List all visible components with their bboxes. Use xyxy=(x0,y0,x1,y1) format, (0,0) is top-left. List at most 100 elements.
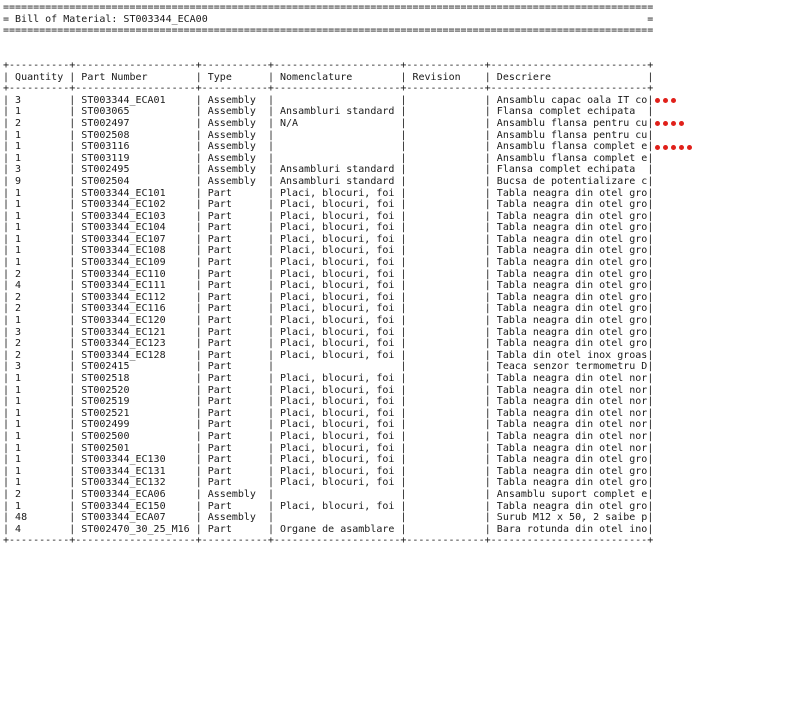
cell-part-number: ST003344_EC102 xyxy=(75,199,196,211)
truncation-dot xyxy=(671,144,677,150)
cell-part-number: ST002497 xyxy=(75,117,196,129)
cell-descriere: Tabla neagra din otel nor xyxy=(490,373,648,384)
banner-rule-top: ========================================… xyxy=(3,2,654,13)
table-row: | 1 | ST003344_EC131 | Part | Placi, blo… xyxy=(3,465,654,477)
cell-part-number: ST003344_EC112 xyxy=(75,291,196,303)
cell-nomenclature: Placi, blocuri, foi xyxy=(274,384,401,396)
cell-part-number: ST003344_EC116 xyxy=(75,303,196,315)
table-row: | 2 | ST003344_EC116 | Part | Placi, blo… xyxy=(3,303,654,315)
cell-nomenclature: Ansambluri standard xyxy=(274,164,401,176)
cell-type: Assembly xyxy=(201,152,268,164)
truncation-ellipsis-icon xyxy=(655,142,695,152)
bom-title-line: = Bill of Material: ST003344_ECA00 = xyxy=(3,13,654,25)
column-header-quantity: Quantity xyxy=(9,71,70,83)
banner-rule-bottom: ========================================… xyxy=(3,25,654,37)
truncation-dot xyxy=(671,98,677,104)
cell-part-number: ST003344_EC123 xyxy=(75,338,196,350)
cell-part-number: ST003344_EC101 xyxy=(75,187,196,199)
table-row: | 1 | ST002521 | Part | Placi, blocuri, … xyxy=(3,407,654,419)
table-row: | 2 | ST003344_EC123 | Part | Placi, blo… xyxy=(3,338,654,350)
cell-type: Part xyxy=(201,465,268,477)
cell-revision xyxy=(406,188,484,199)
cell-type: Assembly xyxy=(201,117,268,129)
cell-type: Part xyxy=(201,396,268,408)
table-row: | 1 | ST002518 | Part | Placi, blocuri, … xyxy=(3,373,654,384)
cell-descriere: Tabla neagra din otel nor xyxy=(490,396,648,408)
cell-part-number: ST003344_EC104 xyxy=(75,222,196,234)
cell-revision xyxy=(406,501,484,512)
cell-quantity: 1 xyxy=(9,465,70,477)
cell-nomenclature: Placi, blocuri, foi xyxy=(274,257,401,269)
cell-descriere: Tabla neagra din otel gro xyxy=(490,187,648,199)
cell-nomenclature: Placi, blocuri, foi xyxy=(274,454,401,466)
cell-descriere: Bucsa de potentializare c xyxy=(490,175,648,187)
cell-descriere: Ansamblu flansa pentru cu xyxy=(490,129,648,141)
cell-revision xyxy=(406,431,484,442)
cell-descriere: Tabla neagra din otel gro xyxy=(490,233,648,245)
cell-descriere: Tabla neagra din otel gro xyxy=(490,291,648,303)
cell-part-number: ST003065 xyxy=(75,106,196,118)
cell-type: Part xyxy=(201,523,268,535)
cell-type: Part xyxy=(201,187,268,199)
table-row: | 1 | ST002520 | Part | Placi, blocuri, … xyxy=(3,384,654,396)
cell-revision xyxy=(406,211,484,222)
cell-type: Part xyxy=(201,477,268,489)
table-row: | 1 | ST003344_EC109 | Part | Placi, blo… xyxy=(3,257,654,269)
table-row: | 1 | ST003344_EC104 | Part | Placi, blo… xyxy=(3,222,654,234)
cell-nomenclature xyxy=(274,489,400,500)
cell-part-number: ST002519 xyxy=(75,396,196,408)
cell-descriere: Bara rotunda din otel ino xyxy=(490,523,648,535)
table-row: | 1 | ST002500 | Part | Placi, blocuri, … xyxy=(3,430,654,442)
cell-revision xyxy=(406,141,484,152)
table-row: | 1 | ST003344_EC150 | Part | Placi, blo… xyxy=(3,500,654,512)
cell-nomenclature: Placi, blocuri, foi xyxy=(274,338,401,350)
table-row: | 1 | ST003344_EC132 | Part | Placi, blo… xyxy=(3,477,654,489)
cell-part-number: ST003344_ECA01 xyxy=(75,94,196,106)
cell-type: Part xyxy=(201,315,268,327)
table-row: | 1 | ST002519 | Part | Placi, blocuri, … xyxy=(3,396,654,408)
cell-quantity: 3 xyxy=(9,94,70,106)
cell-part-number: ST003116 xyxy=(75,141,196,153)
cell-quantity: 1 xyxy=(9,500,70,512)
cell-nomenclature: Placi, blocuri, foi xyxy=(274,291,401,303)
cell-part-number: ST003344_ECA07 xyxy=(75,512,196,524)
cell-quantity: 3 xyxy=(9,326,70,338)
cell-quantity: 1 xyxy=(9,222,70,234)
table-row: | 1 | ST003344_EC102 | Part | Placi, blo… xyxy=(3,199,654,211)
cell-revision xyxy=(406,303,484,314)
cell-revision xyxy=(406,396,484,407)
cell-part-number: ST002470_30_25_M16 xyxy=(75,523,196,535)
cell-revision xyxy=(406,419,484,430)
cell-nomenclature xyxy=(274,95,400,106)
cell-descriere: Teaca senzor termometru D xyxy=(490,361,648,373)
cell-nomenclature: Placi, blocuri, foi xyxy=(274,407,401,419)
cell-part-number: ST003344_EC108 xyxy=(75,245,196,257)
table-row: | 3 | ST002415 | Part | | | Teaca senzor… xyxy=(3,361,654,373)
cell-part-number: ST002495 xyxy=(75,164,196,176)
cell-quantity: 1 xyxy=(9,152,70,164)
cell-revision xyxy=(406,176,484,187)
truncation-dot xyxy=(679,121,685,127)
cell-descriere: Tabla neagra din otel nor xyxy=(490,419,648,431)
cell-type: Part xyxy=(201,349,268,361)
cell-part-number: ST003119 xyxy=(75,152,196,164)
cell-part-number: ST003344_EC131 xyxy=(75,465,196,477)
cell-part-number: ST002500 xyxy=(75,430,196,442)
cell-revision xyxy=(406,350,484,361)
cell-descriere: Tabla neagra din otel nor xyxy=(490,407,648,419)
cell-revision xyxy=(406,315,484,326)
cell-quantity: 2 xyxy=(9,488,70,500)
column-header-nomenclature: Nomenclature xyxy=(274,71,401,83)
cell-type: Assembly xyxy=(201,141,268,153)
cell-nomenclature: Placi, blocuri, foi xyxy=(274,465,401,477)
cell-quantity: 1 xyxy=(9,477,70,489)
cell-quantity: 1 xyxy=(9,106,70,118)
cell-revision xyxy=(406,164,484,175)
table-row: | 2 | ST003344_ECA06 | Assembly | | | An… xyxy=(3,488,654,500)
cell-revision xyxy=(406,489,484,500)
cell-nomenclature xyxy=(274,512,400,523)
cell-quantity: 1 xyxy=(9,141,70,153)
cell-quantity: 1 xyxy=(9,233,70,245)
table-row: | 9 | ST002504 | Assembly | Ansambluri s… xyxy=(3,175,654,187)
